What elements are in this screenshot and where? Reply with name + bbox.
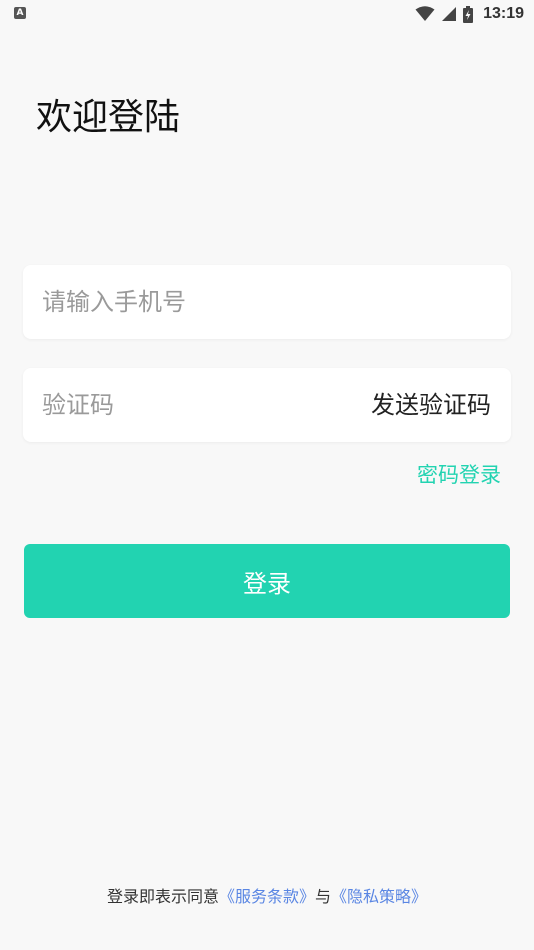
- cell-signal-icon: [442, 7, 457, 21]
- login-button[interactable]: 登录: [24, 544, 510, 618]
- status-icons: 13:19: [415, 4, 524, 24]
- verification-code-input[interactable]: [42, 368, 342, 442]
- page-title: 欢迎登陆: [36, 97, 181, 138]
- battery-icon: [463, 5, 474, 23]
- agreement-text: 登录即表示同意《服务条款》与《隐私策略》: [0, 885, 534, 909]
- notification-icon: A: [14, 7, 26, 19]
- agreement-conjunction: 与: [315, 887, 332, 906]
- phone-input[interactable]: [42, 265, 342, 339]
- status-bar: A 13:19: [0, 0, 534, 28]
- privacy-policy-link[interactable]: 《隐私策略》: [331, 887, 427, 906]
- phone-input-card: [23, 265, 511, 339]
- agreement-prefix: 登录即表示同意: [106, 887, 219, 906]
- password-login-link[interactable]: 密码登录: [417, 460, 501, 490]
- status-time: 13:19: [483, 5, 524, 22]
- terms-of-service-link[interactable]: 《服务条款》: [219, 887, 315, 906]
- send-code-button[interactable]: 发送验证码: [371, 368, 491, 442]
- wifi-icon: [415, 6, 435, 21]
- code-input-card: 发送验证码: [23, 368, 511, 442]
